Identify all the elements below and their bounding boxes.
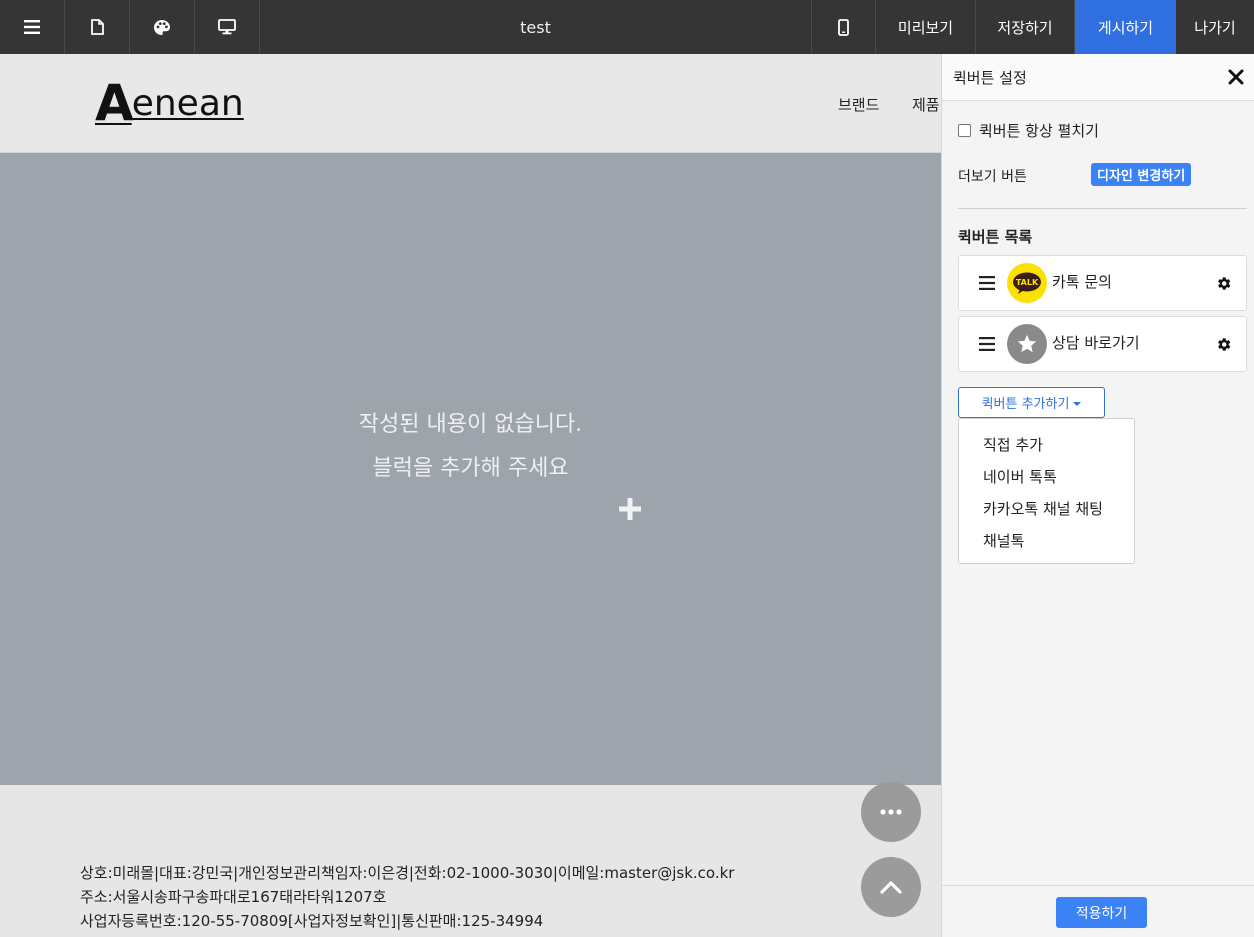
footer-line-address: 주소:서울시송파구송파대로167태라타워1207호 bbox=[80, 888, 387, 906]
menu-button[interactable] bbox=[0, 0, 65, 54]
empty-block-area[interactable]: 작성된 내용이 없습니다. 블럭을 추가해 주세요 bbox=[0, 153, 941, 785]
nav-item-products[interactable]: 제품 bbox=[912, 94, 940, 115]
chevron-up-icon bbox=[880, 881, 902, 894]
talk-icon-text: TALK bbox=[1016, 278, 1039, 287]
panel-footer: 적용하기 bbox=[942, 885, 1254, 937]
always-expand-option[interactable]: 퀵버튼 항상 펼치기 bbox=[958, 120, 1099, 141]
desktop-icon bbox=[218, 19, 236, 35]
mobile-view-button[interactable] bbox=[811, 0, 876, 54]
menu-item-channeltalk[interactable]: 채널톡 bbox=[959, 524, 1134, 556]
always-expand-checkbox[interactable] bbox=[958, 124, 971, 137]
quick-button-settings-panel: 퀵버튼 설정 퀵버튼 항상 펼치기 더보기 버튼 디자인 변경하기 퀵버튼 목록… bbox=[941, 54, 1254, 937]
more-button-label: 더보기 버튼 bbox=[958, 169, 1027, 185]
page-icon bbox=[90, 19, 104, 35]
more-dots-icon bbox=[880, 809, 902, 815]
apply-button[interactable]: 적용하기 bbox=[1056, 897, 1147, 928]
gear-icon[interactable] bbox=[1215, 275, 1232, 292]
quick-button-item[interactable]: 상담 바로가기 bbox=[958, 316, 1247, 372]
divider bbox=[958, 208, 1247, 209]
publish-button[interactable]: 게시하기 bbox=[1075, 0, 1176, 54]
quick-button-label: 상담 바로가기 bbox=[1052, 334, 1140, 352]
nav-item-brand[interactable]: 브랜드 bbox=[838, 94, 879, 115]
more-quick-button[interactable] bbox=[861, 782, 921, 842]
theme-button[interactable] bbox=[130, 0, 195, 54]
quick-button-item[interactable]: TALK 카톡 문의 bbox=[958, 255, 1247, 311]
talk-bubble-icon: TALK bbox=[1013, 272, 1041, 294]
caret-down-icon bbox=[1073, 401, 1082, 406]
quick-button-list-title: 퀵버튼 목록 bbox=[958, 228, 1033, 246]
always-expand-label: 퀵버튼 항상 펼치기 bbox=[979, 122, 1099, 140]
palette-icon bbox=[154, 19, 170, 35]
drag-handle-icon[interactable] bbox=[979, 276, 995, 290]
site-header: A enean 브랜드 제품 bbox=[0, 54, 941, 153]
footer-line-company: 상호:미래몰|대표:강민국|개인정보관리책임자:이은경|전화:02-1000-3… bbox=[80, 864, 735, 882]
menu-item-naver-talktalk[interactable]: 네이버 톡톡 bbox=[959, 460, 1134, 492]
editor-canvas: A enean 브랜드 제품 작성된 내용이 없습니다. 블럭을 추가해 주세요… bbox=[0, 54, 941, 937]
mobile-icon bbox=[838, 18, 849, 36]
close-icon[interactable] bbox=[1227, 68, 1245, 86]
empty-message-line1: 작성된 내용이 없습니다. bbox=[358, 412, 583, 437]
talk-icon: TALK bbox=[1007, 263, 1047, 303]
footer-line-business: 사업자등록번호:120-55-70809[사업자정보확인]|통신판매:125-3… bbox=[80, 912, 544, 930]
add-quick-button-menu: 직접 추가 네이버 톡톡 카카오톡 채널 채팅 채널톡 bbox=[958, 418, 1135, 564]
quick-button-label: 카톡 문의 bbox=[1052, 273, 1112, 291]
drag-handle-icon[interactable] bbox=[979, 337, 995, 351]
preview-button[interactable]: 미리보기 bbox=[876, 0, 976, 54]
top-toolbar: test 미리보기 저장하기 게시하기 나가기 bbox=[0, 0, 1254, 54]
scroll-top-button[interactable] bbox=[861, 857, 921, 917]
menu-icon bbox=[24, 20, 40, 34]
add-quick-button-dropdown[interactable]: 퀵버튼 추가하기 bbox=[958, 387, 1105, 418]
menu-item-custom[interactable]: 직접 추가 bbox=[959, 428, 1134, 460]
menu-item-kakao-channel[interactable]: 카카오톡 채널 채팅 bbox=[959, 492, 1134, 524]
footer-info: 상호:미래몰|대표:강민국|개인정보관리책임자:이은경|전화:02-1000-3… bbox=[80, 861, 734, 933]
document-title: test bbox=[520, 17, 551, 37]
empty-message: 작성된 내용이 없습니다. 블럭을 추가해 주세요 bbox=[0, 403, 941, 491]
exit-button[interactable]: 나가기 bbox=[1176, 0, 1254, 54]
star-icon bbox=[1007, 324, 1047, 364]
page-button[interactable] bbox=[65, 0, 130, 54]
add-quick-button-label: 퀵버튼 추가하기 bbox=[981, 397, 1070, 412]
save-button[interactable]: 저장하기 bbox=[976, 0, 1075, 54]
star-shape-icon bbox=[1017, 334, 1037, 353]
panel-header: 퀵버튼 설정 bbox=[942, 54, 1254, 101]
add-block-icon[interactable] bbox=[617, 496, 643, 522]
logo-text: enean bbox=[131, 83, 244, 124]
change-design-button[interactable]: 디자인 변경하기 bbox=[1091, 163, 1192, 186]
empty-message-line2: 블럭을 추가해 주세요 bbox=[372, 456, 569, 481]
panel-title: 퀵버튼 설정 bbox=[953, 69, 1027, 87]
logo-initial: A bbox=[95, 74, 134, 132]
site-logo[interactable]: A enean bbox=[95, 76, 244, 128]
desktop-view-button[interactable] bbox=[195, 0, 260, 54]
gear-icon[interactable] bbox=[1215, 336, 1232, 353]
site-footer: 상호:미래몰|대표:강민국|개인정보관리책임자:이은경|전화:02-1000-3… bbox=[0, 785, 941, 937]
